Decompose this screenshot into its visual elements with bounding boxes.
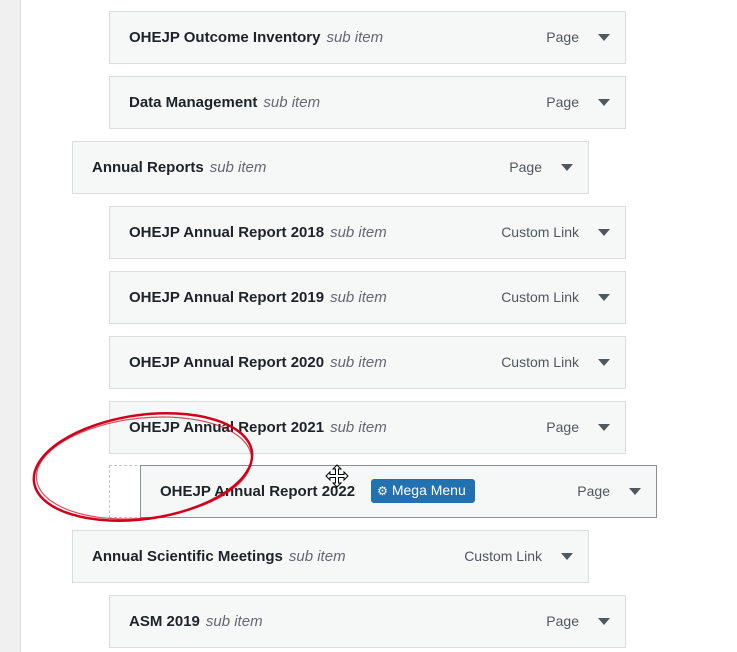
menu-item-type: Page (577, 483, 610, 499)
menu-item-sub-label: sub item (330, 289, 387, 306)
menu-item-type: Page (509, 159, 542, 175)
menu-item[interactable]: OHEJP Annual Report 2021 sub item Page (109, 401, 626, 454)
chevron-down-icon[interactable] (560, 550, 574, 564)
mega-menu-button[interactable]: ⚙ Mega Menu (371, 479, 475, 504)
menu-item[interactable]: Annual Reports sub item Page (72, 141, 589, 194)
chevron-down-icon[interactable] (628, 485, 642, 499)
menu-item[interactable]: OHEJP Outcome Inventory sub item Page (109, 11, 626, 64)
menu-item-title: OHEJP Annual Report 2019 sub item (129, 289, 387, 306)
chevron-down-icon[interactable] (597, 31, 611, 45)
dragging-menu-item[interactable]: OHEJP Annual Report 2022 ⚙ Mega Menu Page (140, 465, 657, 518)
left-rail (0, 0, 21, 652)
menu-item[interactable]: OHEJP Annual Report 2019 sub item Custom … (109, 271, 626, 324)
menu-item[interactable]: Annual Scientific Meetings sub item Custo… (72, 530, 589, 583)
menu-item-title: OHEJP Annual Report 2022 ⚙ Mega Menu (160, 466, 475, 517)
menu-item-sub-label: sub item (330, 224, 387, 241)
menu-item-type: Custom Link (464, 548, 542, 564)
menu-item-sub-label: sub item (326, 29, 384, 46)
menu-item[interactable]: ASM 2019 sub item Page (109, 595, 626, 648)
chevron-down-icon[interactable] (597, 291, 611, 305)
menu-item-sub-label: sub item (209, 159, 267, 176)
menu-item-type: Page (546, 613, 579, 629)
menu-item-type: Page (546, 94, 579, 110)
chevron-down-icon[interactable] (597, 96, 611, 110)
chevron-down-icon[interactable] (560, 161, 574, 175)
menu-item-type: Custom Link (501, 224, 579, 240)
menu-item-title: Annual Scientific Meetings sub item (92, 548, 346, 565)
chevron-down-icon[interactable] (597, 421, 611, 435)
menu-item-type: Page (546, 419, 579, 435)
menu-item-sub-label: sub item (263, 94, 321, 111)
menu-item-type: Custom Link (501, 354, 579, 370)
menu-item-title: Data Management sub item (129, 94, 321, 111)
chevron-down-icon[interactable] (597, 226, 611, 240)
menu-item-title: OHEJP Annual Report 2021 sub item (129, 419, 387, 436)
menu-item-title: ASM 2019 sub item (129, 613, 263, 630)
chevron-down-icon[interactable] (597, 356, 611, 370)
menu-item[interactable]: OHEJP Annual Report 2020 sub item Custom … (109, 336, 626, 389)
menu-item[interactable]: OHEJP Annual Report 2018 sub item Custom … (109, 206, 626, 259)
menu-item-title: Annual Reports sub item (92, 159, 267, 176)
menu-item-title: OHEJP Annual Report 2018 sub item (129, 224, 387, 241)
move-cursor-icon (325, 464, 349, 488)
menu-item-sub-label: sub item (205, 613, 263, 630)
menu-item[interactable]: Data Management sub item Page (109, 76, 626, 129)
menu-item-title: OHEJP Annual Report 2020 sub item (129, 354, 387, 371)
menu-item-sub-label: sub item (330, 419, 387, 436)
menu-item-type: Custom Link (501, 289, 579, 305)
menu-item-sub-label: sub item (330, 354, 387, 371)
gear-icon: ⚙ (377, 484, 388, 499)
menu-item-title: OHEJP Outcome Inventory sub item (129, 29, 384, 46)
chevron-down-icon[interactable] (597, 615, 611, 629)
menu-item-type: Page (546, 29, 579, 45)
menu-item-sub-label: sub item (288, 548, 346, 565)
